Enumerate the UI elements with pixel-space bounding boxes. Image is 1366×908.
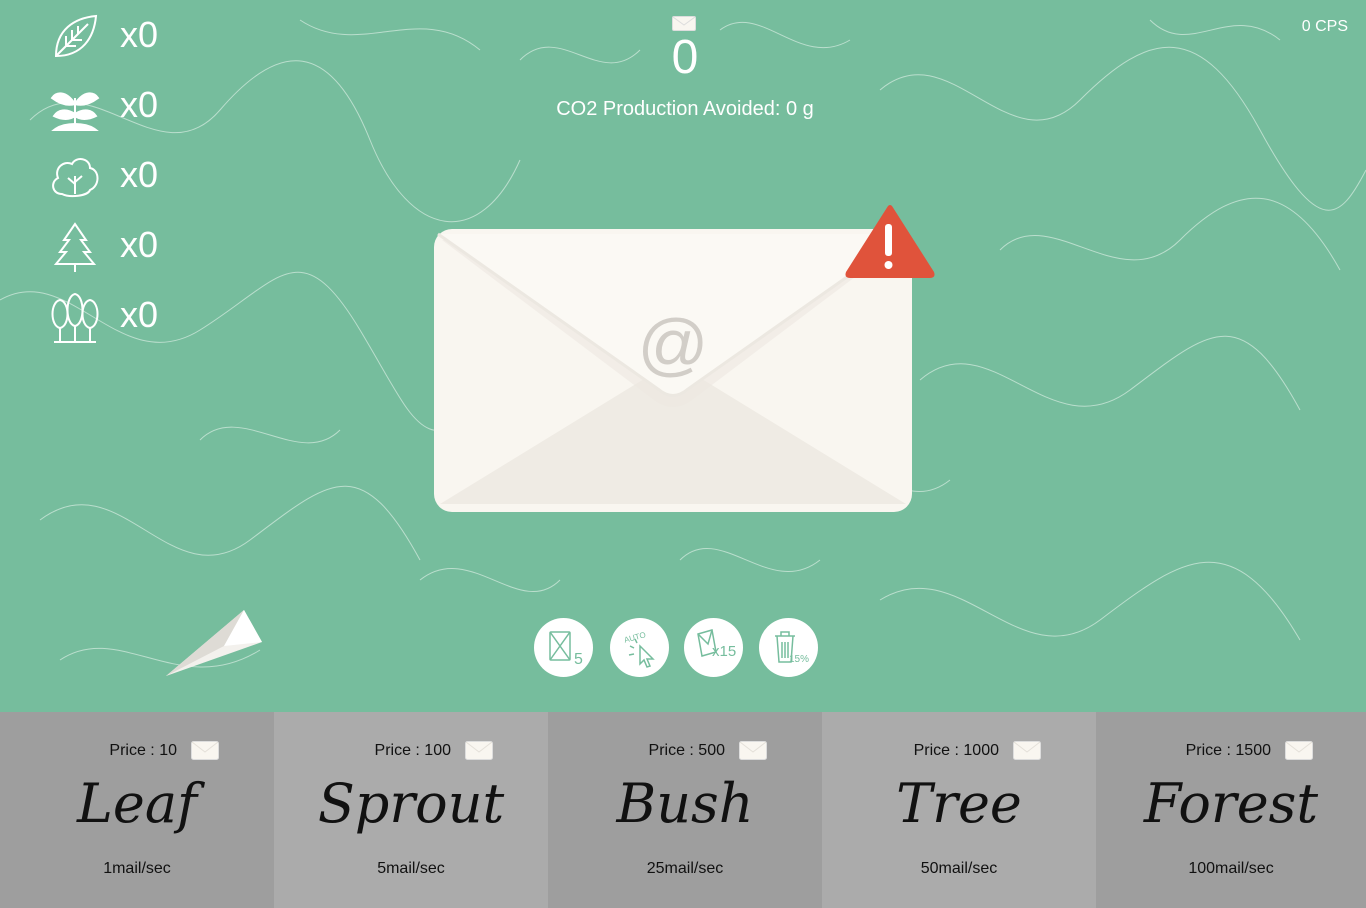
item-name: Bush [616,772,754,835]
price-row: Price : 10 [0,740,274,764]
sprout-icon [50,92,100,131]
price-row: Price : 100 [274,740,548,764]
forest-icon [51,292,99,343]
co2-avoided-text: CO2 Production Avoided: 0 g [556,98,814,120]
main-envelope-button[interactable]: @ [434,204,936,516]
leaf-count: x0 [120,14,159,55]
mail-icon [1013,741,1041,760]
shop-item-forest[interactable]: Price : 1500 Forest 100mail/sec [1096,712,1366,908]
cps-counter: 0 CPS [1301,18,1348,35]
svg-text:AUTO: AUTO [623,630,647,644]
tree-icon [53,222,97,272]
svg-text:15%: 15% [789,654,809,665]
item-rate: 1mail/sec [103,860,171,877]
mail-icon [739,741,767,760]
forest-count: x0 [120,294,159,335]
price-label: Price : 1500 [1185,742,1271,759]
shop-item-leaf[interactable]: Price : 10 Leaf 1mail/sec [0,712,274,908]
price-row: Price : 500 [548,740,822,764]
leaf-icon [54,14,98,58]
paper-plane-icon [166,610,262,676]
powerup-mail-x15-button[interactable]: x15 [684,618,743,677]
powerup-trash-15-button[interactable]: 15% [759,618,818,677]
trash-15-percent-icon: 15% [775,631,809,665]
shop-item-tree[interactable]: Price : 1000 Tree 50mail/sec [822,712,1096,908]
powerup-auto-click-button[interactable]: AUTO [610,618,669,677]
item-name: Leaf [77,772,197,835]
auto-click-icon: AUTO [623,630,655,668]
sprout-count: x0 [120,84,159,125]
item-name: Forest [1143,772,1319,835]
forest-counter: x0 [48,288,248,348]
mail-x5-icon: 5 [549,631,583,668]
item-name: Tree [896,772,1022,835]
price-row: Price : 1000 [822,740,1096,764]
svg-text:@: @ [637,305,708,383]
svg-text:5: 5 [574,651,583,668]
svg-text:x15: x15 [712,643,736,660]
mail-x15-icon: x15 [697,629,736,660]
item-rate: 50mail/sec [920,860,998,877]
email-envelope-icon: @ [434,229,912,512]
mail-icon [672,16,696,31]
mail-icon [1285,741,1313,760]
price-row: Price : 1500 [1096,740,1366,764]
mail-icon [465,741,493,760]
mail-count: 0 [671,31,699,84]
shop-item-bush[interactable]: Price : 500 Bush 25mail/sec [548,712,822,908]
bush-count: x0 [120,154,159,195]
price-label: Price : 100 [374,742,451,759]
bush-icon [52,158,99,198]
price-label: Price : 500 [648,742,725,759]
tree-count: x0 [120,224,159,265]
tree-counter: x0 [48,218,248,278]
sprout-counter: x0 [48,78,248,138]
bush-counter: x0 [48,148,248,208]
price-label: Price : 10 [109,742,177,759]
item-name: Sprout [317,772,505,835]
item-rate: 25mail/sec [646,860,724,877]
price-label: Price : 1000 [913,742,999,759]
powerup-mail-x5-button[interactable]: 5 [534,618,593,677]
shop-bar: Price : 10 Leaf 1mail/sec Price : 100 Sp… [0,712,1366,908]
powerup-bar: 5 AUTO x15 15% [534,618,824,678]
shop-item-sprout[interactable]: Price : 100 Sprout 5mail/sec [274,712,548,908]
leaf-counter: x0 [48,8,248,68]
item-rate: 100mail/sec [1188,860,1274,877]
mail-icon [191,741,219,760]
item-rate: 5mail/sec [377,860,445,877]
